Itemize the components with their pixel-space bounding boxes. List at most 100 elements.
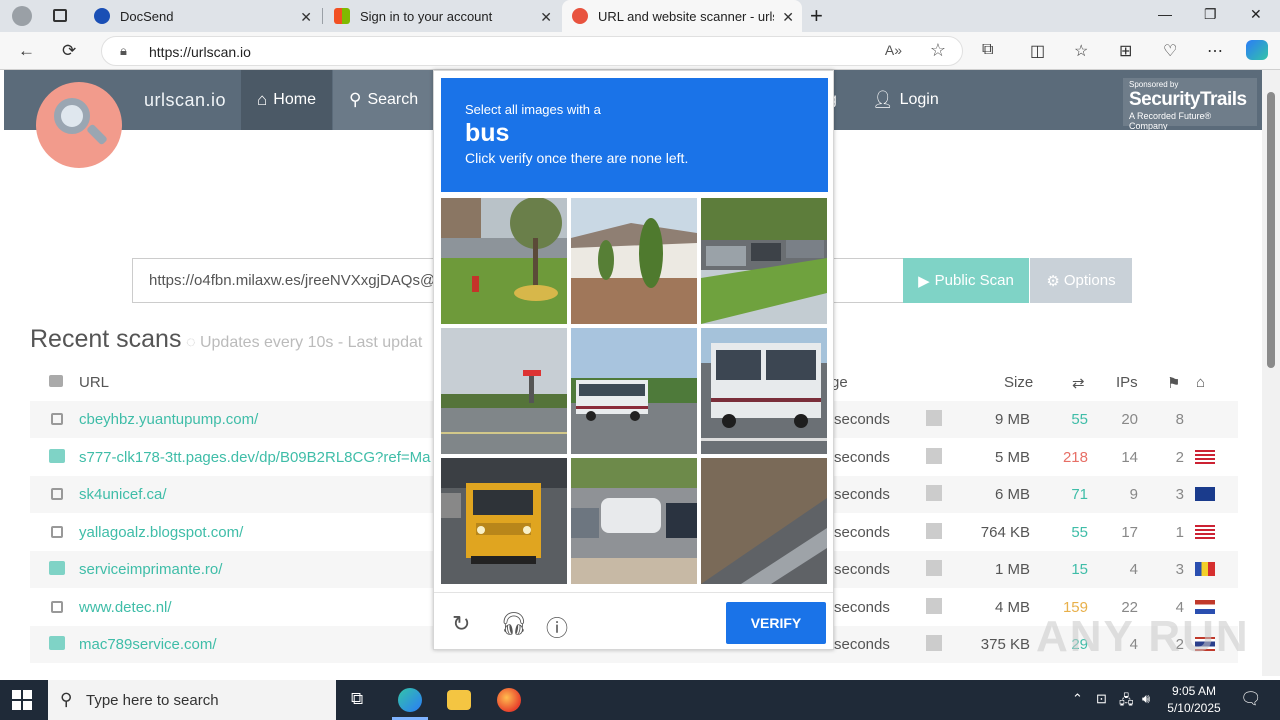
page-size: 1 MB (994, 561, 1030, 578)
reload-icon[interactable]: ↻ (452, 611, 470, 637)
favorites-icon[interactable]: ☆ (1074, 41, 1088, 61)
url-text[interactable]: https://urlscan.io (149, 44, 251, 60)
tab-title: Sign in to your account (360, 8, 493, 24)
screenshot-icon[interactable] (926, 410, 942, 426)
system-clock[interactable]: 9:05 AM 5/10/2025 (1160, 683, 1228, 717)
back-icon[interactable]: ← (18, 41, 35, 61)
country-count: 2 (1175, 448, 1184, 466)
close-window-icon[interactable]: ✕ (1250, 6, 1262, 23)
volume-icon[interactable]: 🔊︎ (1142, 691, 1150, 707)
notifications-icon[interactable]: 🗨︎ (1240, 689, 1262, 709)
lock-icon (49, 448, 65, 463)
screenshot-icon[interactable] (926, 560, 942, 576)
spinner-icon: ◌ (186, 334, 196, 351)
nav-login[interactable]: 👤︎ Login (856, 70, 955, 130)
captcha-tile[interactable] (441, 328, 567, 454)
refresh-icon[interactable]: ⟳ (62, 41, 76, 61)
unlock-icon (51, 600, 63, 613)
tab-title: DocSend (120, 8, 174, 24)
unlock-icon (51, 525, 63, 538)
windows-taskbar: ⚲ Type here to search ⧉ ⌃ ⊡ 🖧︎ 🔊︎ 9:05 A… (0, 680, 1280, 720)
scan-url-link[interactable]: s777-clk178-3tt.pages.dev/dp/B09B2RL8CG?… (79, 449, 430, 466)
close-tab-icon[interactable]: ✕ (540, 9, 552, 26)
screenshot-icon[interactable] (926, 485, 942, 501)
column-ips[interactable]: IPs (1116, 374, 1138, 391)
transfer-icon[interactable]: ⇄ (1072, 374, 1085, 392)
page-size: 4 MB (994, 598, 1030, 616)
more-menu-icon[interactable]: ⋯ (1207, 41, 1223, 61)
edge-taskbar-icon[interactable] (398, 688, 422, 712)
close-tab-icon[interactable]: ✕ (782, 9, 794, 26)
captcha-tile[interactable] (701, 198, 827, 324)
restore-icon[interactable]: ❐ (1204, 6, 1217, 23)
sponsor-banner[interactable]: Sponsored by SecurityTrails A Recorded F… (1123, 78, 1257, 131)
screenshot-icon[interactable] (926, 447, 942, 464)
captcha-tile[interactable] (441, 458, 567, 584)
close-tab-icon[interactable]: ✕ (300, 9, 312, 26)
captcha-tile[interactable] (571, 328, 697, 454)
column-size[interactable]: Size (1004, 374, 1033, 391)
read-aloud-icon[interactable]: A» (885, 42, 902, 58)
scrollbar-thumb[interactable] (1267, 92, 1275, 368)
audio-challenge-icon[interactable]: 🎧︎ (500, 611, 528, 637)
firefox-icon[interactable] (497, 688, 521, 712)
tab-signin[interactable]: Sign in to your account ✕ (324, 0, 560, 32)
scan-url-link[interactable]: serviceimprimante.ro/ (79, 561, 222, 578)
captcha-footer: ↻ 🎧︎ ⓘ VERIFY (434, 592, 833, 650)
column-url[interactable]: URL (79, 374, 109, 391)
lock-icon[interactable]: 🔒︎ (120, 43, 127, 59)
scan-url-link[interactable]: sk4unicef.ca/ (79, 486, 167, 503)
nav-search[interactable]: ⚲ Search (333, 70, 435, 130)
chevron-up-icon[interactable]: ⌃ (1072, 691, 1083, 707)
page-size: 375 KB (980, 636, 1030, 653)
scan-age: seconds (834, 636, 890, 653)
tab-docsend[interactable]: DocSend ✕ (84, 0, 320, 32)
verify-button[interactable]: VERIFY (726, 602, 826, 644)
tray-app-icon[interactable]: ⊡ (1096, 691, 1107, 707)
public-scan-button[interactable]: ▶ Public Scan (903, 258, 1029, 303)
page-size: 5 MB (994, 448, 1030, 466)
address-field[interactable]: 🔒︎ https://urlscan.io A» ☆ (101, 36, 963, 66)
user-icon: 👤︎ (872, 90, 894, 109)
scan-url-link[interactable]: www.detec.nl/ (79, 599, 172, 616)
collections-icon[interactable]: ⊞ (1119, 41, 1132, 61)
split-screen-icon[interactable]: ◫ (1030, 41, 1045, 61)
home-column-icon[interactable]: ⌂ (1196, 374, 1205, 391)
network-icon[interactable]: 🖧︎ (1119, 691, 1134, 713)
captcha-tile[interactable] (441, 198, 567, 324)
site-brand[interactable]: urlscan.io (144, 90, 226, 111)
flag-column-icon[interactable]: ⚑ (1167, 374, 1180, 392)
options-button[interactable]: ⚙ Options (1030, 258, 1132, 303)
scan-url-link[interactable]: cbeyhbz.yuantupump.com/ (79, 411, 258, 428)
page-size: 9 MB (994, 411, 1030, 428)
recent-scans-title: Recent scans (30, 325, 182, 353)
extensions-icon[interactable]: ⧉ (982, 41, 993, 59)
windows-start-icon[interactable] (12, 690, 32, 710)
captcha-tile[interactable] (701, 458, 827, 584)
file-explorer-icon[interactable] (447, 690, 471, 710)
copilot-icon[interactable] (1246, 40, 1268, 60)
captcha-tile[interactable] (701, 328, 827, 454)
performance-icon[interactable]: ♡ (1163, 41, 1177, 61)
taskbar-search-box[interactable]: ⚲ Type here to search (48, 680, 336, 720)
screenshot-icon[interactable] (926, 635, 942, 651)
minimize-icon[interactable]: — (1158, 6, 1172, 22)
tab-actions-icon[interactable] (53, 9, 67, 22)
captcha-tile[interactable] (571, 458, 697, 584)
info-icon[interactable]: ⓘ (546, 611, 568, 643)
screenshot-icon[interactable] (926, 597, 942, 614)
task-view-icon[interactable]: ⧉ (351, 689, 363, 709)
profile-icon[interactable] (12, 6, 32, 26)
new-tab-button[interactable]: + (810, 3, 823, 29)
tab-urlscan[interactable]: URL and website scanner - urlsca ✕ (562, 0, 802, 32)
screenshot-icon[interactable] (926, 522, 942, 539)
favorite-star-icon[interactable]: ☆ (930, 40, 946, 61)
page-scrollbar[interactable] (1262, 70, 1280, 676)
country-flag-icon (1195, 562, 1215, 576)
nav-home[interactable]: ⌂ Home (241, 70, 332, 130)
captcha-tile[interactable] (571, 198, 697, 324)
scan-url-link[interactable]: mac789service.com/ (79, 636, 217, 653)
scan-url-link[interactable]: yallagoalz.blogspot.com/ (79, 524, 243, 541)
urlscan-logo[interactable] (36, 82, 122, 168)
recent-scans-subtitle: ◌ Updates every 10s - Last updat (186, 334, 423, 351)
